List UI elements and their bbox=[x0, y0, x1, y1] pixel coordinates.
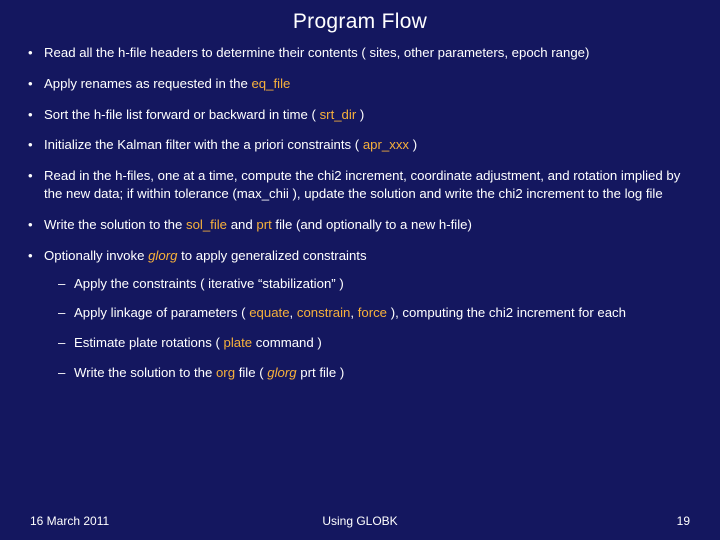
bullet-item: Sort the h-file list forward or backward… bbox=[28, 106, 692, 124]
bullet-item: Read all the h-file headers to determine… bbox=[28, 44, 692, 62]
bullet-text: to apply generalized constraints bbox=[177, 248, 366, 263]
bullet-item: Apply renames as requested in the eq_fil… bbox=[28, 75, 692, 93]
keyword: equate bbox=[249, 305, 289, 320]
keyword: plate bbox=[224, 335, 253, 350]
sub-bullet-item: Apply linkage of parameters ( equate, co… bbox=[58, 304, 692, 322]
bullet-text: file (and optionally to a new h-file) bbox=[272, 217, 472, 232]
bullet-item: Optionally invoke glorg to apply general… bbox=[28, 247, 692, 382]
bullet-text: Read all the h-file headers to determine… bbox=[44, 45, 589, 60]
sub-bullet-text: Estimate plate rotations ( bbox=[74, 335, 224, 350]
footer-page-number: 19 bbox=[677, 514, 690, 528]
slide: Program Flow Read all the h-file headers… bbox=[0, 0, 720, 540]
sub-bullet-text: , bbox=[290, 305, 297, 320]
sub-bullet-item: Write the solution to the org file ( glo… bbox=[58, 364, 692, 382]
bullet-text: and bbox=[227, 217, 256, 232]
bullet-text: Sort the h-file list forward or backward… bbox=[44, 107, 320, 122]
bullet-item: Initialize the Kalman filter with the a … bbox=[28, 136, 692, 154]
keyword: eq_file bbox=[251, 76, 290, 91]
bullet-item: Read in the h-files, one at a time, comp… bbox=[28, 167, 692, 203]
sub-bullet-text: Apply the constraints ( iterative “stabi… bbox=[74, 276, 344, 291]
footer-date: 16 March 2011 bbox=[30, 514, 109, 528]
bullet-text: Read in the h-files, one at a time, comp… bbox=[44, 168, 680, 201]
sub-bullet-text: Write the solution to the bbox=[74, 365, 216, 380]
bullet-text: ) bbox=[356, 107, 364, 122]
sub-bullet-text: prt file ) bbox=[297, 365, 345, 380]
sub-bullet-text: command ) bbox=[252, 335, 322, 350]
keyword: glorg bbox=[267, 365, 296, 380]
sub-bullet-item: Estimate plate rotations ( plate command… bbox=[58, 334, 692, 352]
sub-bullet-text: , bbox=[350, 305, 357, 320]
sub-bullet-item: Apply the constraints ( iterative “stabi… bbox=[58, 275, 692, 293]
keyword: org bbox=[216, 365, 235, 380]
keyword: force bbox=[358, 305, 387, 320]
keyword: sol_file bbox=[186, 217, 227, 232]
bullet-text: Write the solution to the bbox=[44, 217, 186, 232]
sub-bullet-text: Apply linkage of parameters ( bbox=[74, 305, 249, 320]
keyword: apr_xxx bbox=[363, 137, 409, 152]
bullet-list: Read all the h-file headers to determine… bbox=[28, 44, 692, 382]
bullet-text: ) bbox=[409, 137, 417, 152]
bullet-text: Optionally invoke bbox=[44, 248, 148, 263]
sub-bullet-text: file ( bbox=[235, 365, 267, 380]
bullet-item: Write the solution to the sol_file and p… bbox=[28, 216, 692, 234]
keyword: constrain bbox=[297, 305, 351, 320]
bullet-text: Initialize the Kalman filter with the a … bbox=[44, 137, 363, 152]
keyword: glorg bbox=[148, 248, 177, 263]
keyword: srt_dir bbox=[320, 107, 357, 122]
slide-title: Program Flow bbox=[28, 10, 692, 34]
bullet-text: Apply renames as requested in the bbox=[44, 76, 251, 91]
slide-footer: 16 March 2011 Using GLOBK 19 bbox=[0, 514, 720, 528]
sub-bullet-text: ), computing the chi2 increment for each bbox=[387, 305, 626, 320]
keyword: prt bbox=[256, 217, 271, 232]
sub-bullet-list: Apply the constraints ( iterative “stabi… bbox=[58, 275, 692, 382]
